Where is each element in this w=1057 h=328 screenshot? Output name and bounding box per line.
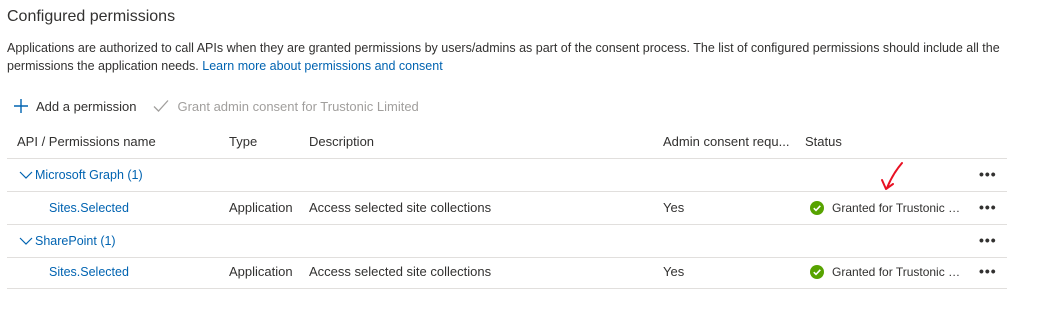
more-options-icon[interactable]: ••• [979, 192, 997, 224]
status-cell: Granted for Trustonic Limited [810, 256, 970, 288]
group-toggle[interactable]: Microsoft Graph (1) [19, 159, 143, 191]
admin-consent-required: Yes [663, 200, 685, 215]
status-cell: Granted for Trustonic Limited [810, 192, 970, 224]
status-text: Granted for Trustonic Limited [832, 265, 966, 279]
permission-type: Application [229, 200, 293, 215]
description-text: Applications are authorized to call APIs… [7, 41, 1000, 73]
section-description: Applications are authorized to call APIs… [7, 39, 1017, 75]
table-row: Sites.Selected Application Access select… [7, 256, 1007, 289]
table-row: Sites.Selected Application Access select… [7, 192, 1007, 225]
group-row-microsoft-graph[interactable]: Microsoft Graph (1) ••• [7, 159, 1007, 192]
grant-admin-consent-label: Grant admin consent for Trustonic Limite… [177, 98, 419, 114]
add-permission-button[interactable]: Add a permission [14, 99, 136, 114]
more-options-icon[interactable]: ••• [979, 159, 997, 191]
chevron-down-icon [19, 171, 33, 179]
more-options-icon[interactable]: ••• [979, 225, 997, 257]
red-arrow-annotation-icon [881, 162, 903, 190]
more-options-icon[interactable]: ••• [979, 256, 997, 288]
permission-description: Access selected site collections [309, 200, 492, 215]
header-type[interactable]: Type [229, 126, 257, 158]
permission-name-link[interactable]: Sites.Selected [49, 192, 129, 224]
chevron-down-icon [19, 237, 33, 245]
success-check-icon [810, 265, 824, 279]
permission-type: Application [229, 264, 293, 279]
header-api[interactable]: API / Permissions name [17, 126, 156, 158]
group-name: SharePoint (1) [35, 234, 116, 248]
header-description[interactable]: Description [309, 126, 374, 158]
plus-icon [14, 99, 28, 113]
success-check-icon [810, 201, 824, 215]
header-status[interactable]: Status [805, 126, 842, 158]
group-name: Microsoft Graph (1) [35, 168, 143, 182]
permission-name-link[interactable]: Sites.Selected [49, 256, 129, 288]
admin-consent-required: Yes [663, 264, 685, 279]
checkmark-icon [153, 100, 169, 112]
grant-admin-consent-button[interactable]: Grant admin consent for Trustonic Limite… [153, 98, 419, 114]
permission-description: Access selected site collections [309, 264, 492, 279]
group-toggle[interactable]: SharePoint (1) [19, 225, 116, 257]
header-admin-consent[interactable]: Admin consent requ... [663, 126, 789, 158]
toolbar: Add a permission Grant admin consent for… [14, 95, 419, 117]
table-header: API / Permissions name Type Description … [7, 126, 1007, 159]
add-permission-label: Add a permission [36, 98, 137, 114]
page-title: Configured permissions [7, 8, 176, 25]
learn-more-link[interactable]: Learn more about permissions and consent [202, 59, 442, 73]
group-row-sharepoint[interactable]: SharePoint (1) ••• [7, 225, 1007, 258]
status-text: Granted for Trustonic Limited [832, 201, 966, 215]
